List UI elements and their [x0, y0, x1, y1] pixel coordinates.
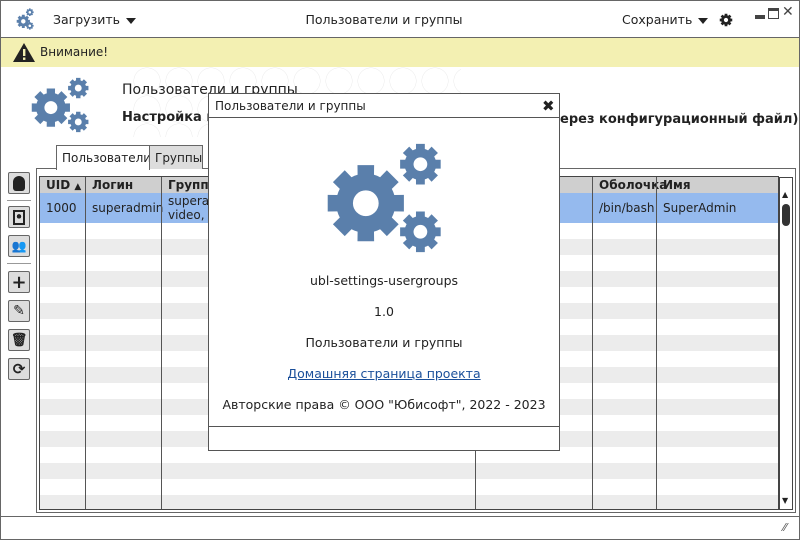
save-menu-button[interactable]: Сохранить	[622, 12, 709, 27]
toolbar-separator	[7, 263, 31, 264]
plus-icon: +	[11, 271, 27, 293]
vertical-scrollbar[interactable]: ▲ ▼	[779, 177, 793, 510]
warning-icon	[13, 43, 35, 62]
edit-button[interactable]: ✎	[8, 300, 30, 322]
contact-button[interactable]	[8, 206, 30, 228]
about-dialog: Пользователи и группы ✖ ubl-settings-use…	[208, 93, 560, 451]
warning-text: Внимание!	[40, 45, 109, 59]
table-row	[40, 479, 778, 495]
save-label: Сохранить	[622, 12, 693, 27]
table-row	[40, 495, 778, 509]
copyright-text: Авторские права © ООО "Юбисофт", 2022 - …	[222, 397, 546, 412]
column-header-login[interactable]: Логин	[86, 178, 133, 192]
cell-shell: /bin/bash	[599, 201, 655, 215]
app-logo-gears-icon	[327, 143, 441, 253]
resize-grip-icon[interactable]: ⁄⁄	[783, 521, 787, 534]
homepage-link[interactable]: Домашняя страница проекта	[287, 366, 480, 381]
header-bar: Загрузить Пользователи и группы Сохранит…	[1, 1, 799, 38]
column-divider	[85, 177, 86, 509]
groups-button[interactable]: 👥	[8, 235, 30, 257]
dialog-footer-divider	[209, 426, 559, 427]
column-header-uid[interactable]: UID ▲	[40, 178, 81, 192]
close-button[interactable]: ✕	[782, 4, 794, 20]
table-row	[40, 463, 778, 479]
cell-uid: 1000	[46, 201, 77, 215]
app-gears-large-icon	[31, 77, 89, 133]
minimize-button[interactable]	[755, 15, 765, 19]
banner-subtitle-end: ерез конфигурационный файл)	[560, 112, 799, 127]
penguin-icon	[13, 175, 25, 191]
sort-ascending-icon: ▲	[74, 182, 82, 192]
dialog-close-button[interactable]: ✖	[542, 97, 555, 115]
maximize-button[interactable]	[768, 8, 779, 19]
scrollbar-thumb[interactable]	[782, 204, 790, 226]
column-divider	[161, 177, 162, 509]
dropdown-arrow-icon	[698, 17, 709, 24]
add-button[interactable]: +	[8, 271, 30, 293]
tab-users[interactable]: Пользователи	[56, 145, 151, 170]
refresh-icon: ⟳	[12, 360, 26, 378]
column-divider	[592, 177, 593, 509]
cell-login: superadmin	[92, 201, 164, 215]
edit-icon: ✎	[13, 303, 25, 319]
tab-groups[interactable]: Группы	[149, 145, 203, 169]
users-group-icon: 👥	[11, 239, 27, 253]
scroll-down-arrow-icon[interactable]: ▼	[782, 496, 788, 505]
app-name: Пользователи и группы	[305, 335, 463, 350]
cell-username: SuperAdmin	[663, 201, 737, 215]
scroll-up-arrow-icon[interactable]: ▲	[782, 190, 788, 199]
warning-bar: Внимание!	[1, 38, 799, 67]
main-window: Загрузить Пользователи и группы Сохранит…	[0, 0, 800, 540]
trash-icon: 🗑	[10, 332, 28, 348]
column-divider	[656, 177, 657, 509]
linux-users-button[interactable]	[8, 172, 30, 194]
app-version: 1.0	[374, 304, 394, 319]
refresh-button[interactable]: ⟳	[8, 358, 30, 380]
delete-button[interactable]: 🗑	[8, 329, 30, 351]
dialog-title: Пользователи и группы	[209, 94, 559, 118]
toolbar-separator	[7, 200, 31, 201]
settings-gear-icon[interactable]	[718, 12, 734, 28]
contact-card-icon	[13, 209, 25, 225]
app-id: ubl-settings-usergroups	[309, 273, 459, 288]
status-bar: ⁄⁄	[1, 516, 799, 540]
